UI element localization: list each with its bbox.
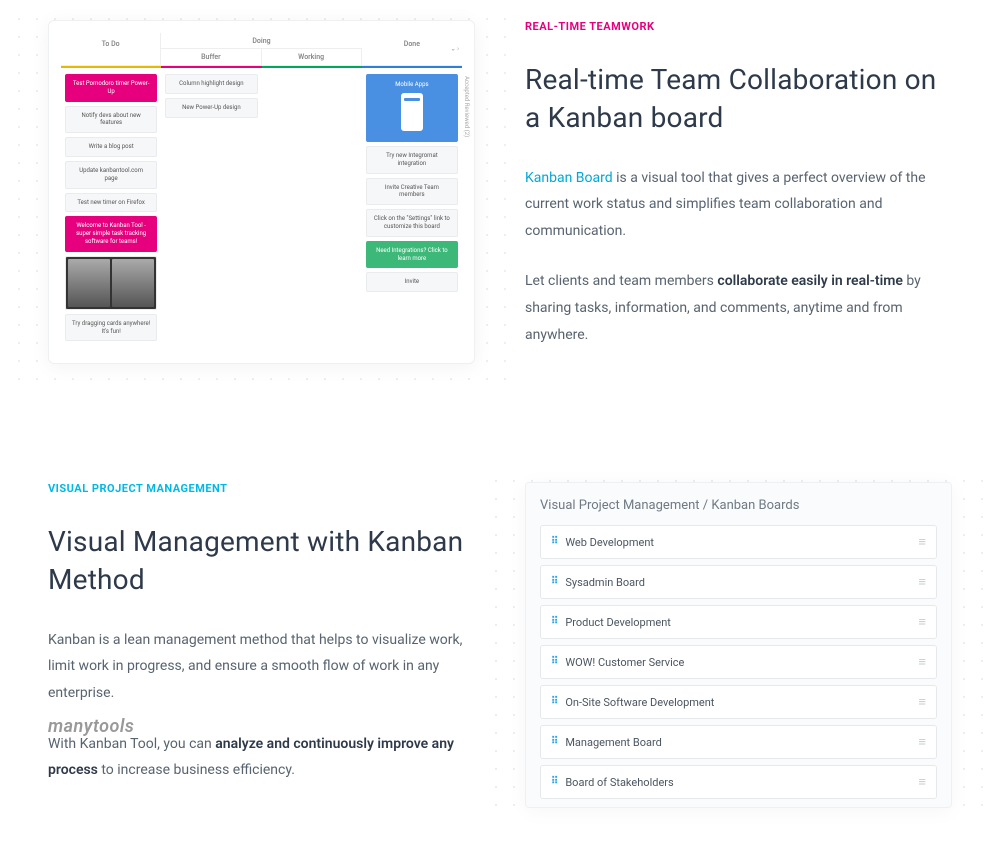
board-item[interactable]: ⠿Web Development≡ (540, 525, 937, 559)
menu-icon[interactable]: ≡ (918, 734, 926, 750)
board-item[interactable]: ⠿Product Development≡ (540, 605, 937, 639)
kanban-card: Test Pomodoro timer Power-Up (65, 74, 157, 102)
kanban-card: Need Integrations? Click to learn more (366, 241, 458, 269)
board-item[interactable]: ⠿Sysadmin Board≡ (540, 565, 937, 599)
kanban-board-preview: Accepted Reviewed (2) To Do Doing Buffer… (48, 20, 475, 364)
kanban-card: Invite (366, 272, 458, 292)
section-heading: Real-time Team Collaboration on a Kanban… (525, 61, 952, 137)
kanban-col-done: Done⌄ › (362, 33, 462, 66)
kanban-card: Column highlight design (165, 74, 257, 94)
grip-icon: ⠿ (551, 777, 557, 787)
menu-icon[interactable]: ≡ (918, 614, 926, 630)
kanban-card: New Power-Up design (165, 98, 257, 118)
section-paragraph: Let clients and team members collaborate… (525, 268, 952, 348)
grip-icon: ⠿ (551, 657, 557, 667)
menu-icon[interactable]: ≡ (918, 534, 926, 550)
board-item[interactable]: ⠿On-Site Software Development≡ (540, 685, 937, 719)
grip-icon: ⠿ (551, 577, 557, 587)
section-paragraph: With Kanban Tool, you can analyze and co… (48, 731, 475, 784)
menu-icon[interactable]: ≡ (918, 574, 926, 590)
kanban-col-todo: To Do (61, 33, 161, 66)
kanban-col-doing: Doing (161, 33, 362, 49)
kanban-col-working: Working (262, 49, 362, 66)
grip-icon: ⠿ (551, 737, 557, 747)
kanban-card: Write a blog post (65, 137, 157, 157)
kanban-card: Invite Creative Team members (366, 178, 458, 206)
kanban-card: Try new Integromat integration (366, 146, 458, 174)
kanban-card: Notify devs about new features (65, 106, 157, 134)
kanban-card: Test new timer on Firefox (65, 193, 157, 213)
section-paragraph: Kanban Board is a visual tool that gives… (525, 165, 952, 245)
grip-icon: ⠿ (551, 697, 557, 707)
kanban-card: Try dragging cards anywhere! It's fun! (65, 314, 157, 342)
section-heading: Visual Management with Kanban Method (48, 523, 475, 599)
kanban-card-image (65, 256, 157, 310)
grip-icon: ⠿ (551, 537, 557, 547)
board-item[interactable]: ⠿WOW! Customer Service≡ (540, 645, 937, 679)
board-item[interactable]: ⠿Management Board≡ (540, 725, 937, 759)
kanban-card: Update kanbantool.com page (65, 161, 157, 189)
menu-icon[interactable]: ≡ (918, 694, 926, 710)
kanban-board-link[interactable]: Kanban Board (525, 170, 613, 186)
watermark: manytools (48, 716, 134, 737)
boards-list-preview: Visual Project Management / Kanban Board… (525, 482, 952, 808)
phone-icon (401, 93, 423, 131)
section-eyebrow: REAL-TIME TEAMWORK (525, 20, 952, 33)
menu-icon[interactable]: ≡ (918, 654, 926, 670)
kanban-card-mobile: Mobile Apps (366, 74, 458, 142)
kanban-col-buffer: Buffer (161, 49, 261, 66)
kanban-card: Welcome to Kanban Tool - super simple ta… (65, 216, 157, 251)
grip-icon: ⠿ (551, 617, 557, 627)
section-eyebrow: VISUAL PROJECT MANAGEMENT (48, 482, 475, 495)
boards-list-title: Visual Project Management / Kanban Board… (540, 498, 937, 513)
menu-icon[interactable]: ≡ (918, 774, 926, 790)
board-item[interactable]: ⠿Board of Stakeholders≡ (540, 765, 937, 799)
section-paragraph: Kanban is a lean management method that … (48, 627, 475, 707)
kanban-card: Click on the "Settings" link to customiz… (366, 209, 458, 237)
kanban-side-label: Accepted Reviewed (2) (463, 76, 470, 137)
